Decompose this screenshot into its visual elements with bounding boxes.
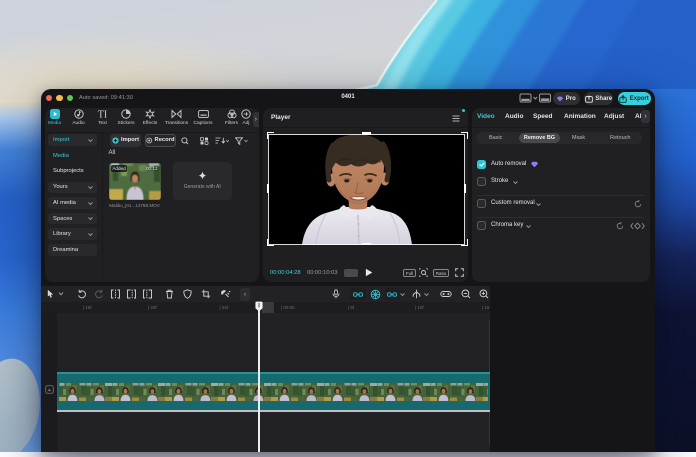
- svg-text:TI: TI: [98, 110, 107, 119]
